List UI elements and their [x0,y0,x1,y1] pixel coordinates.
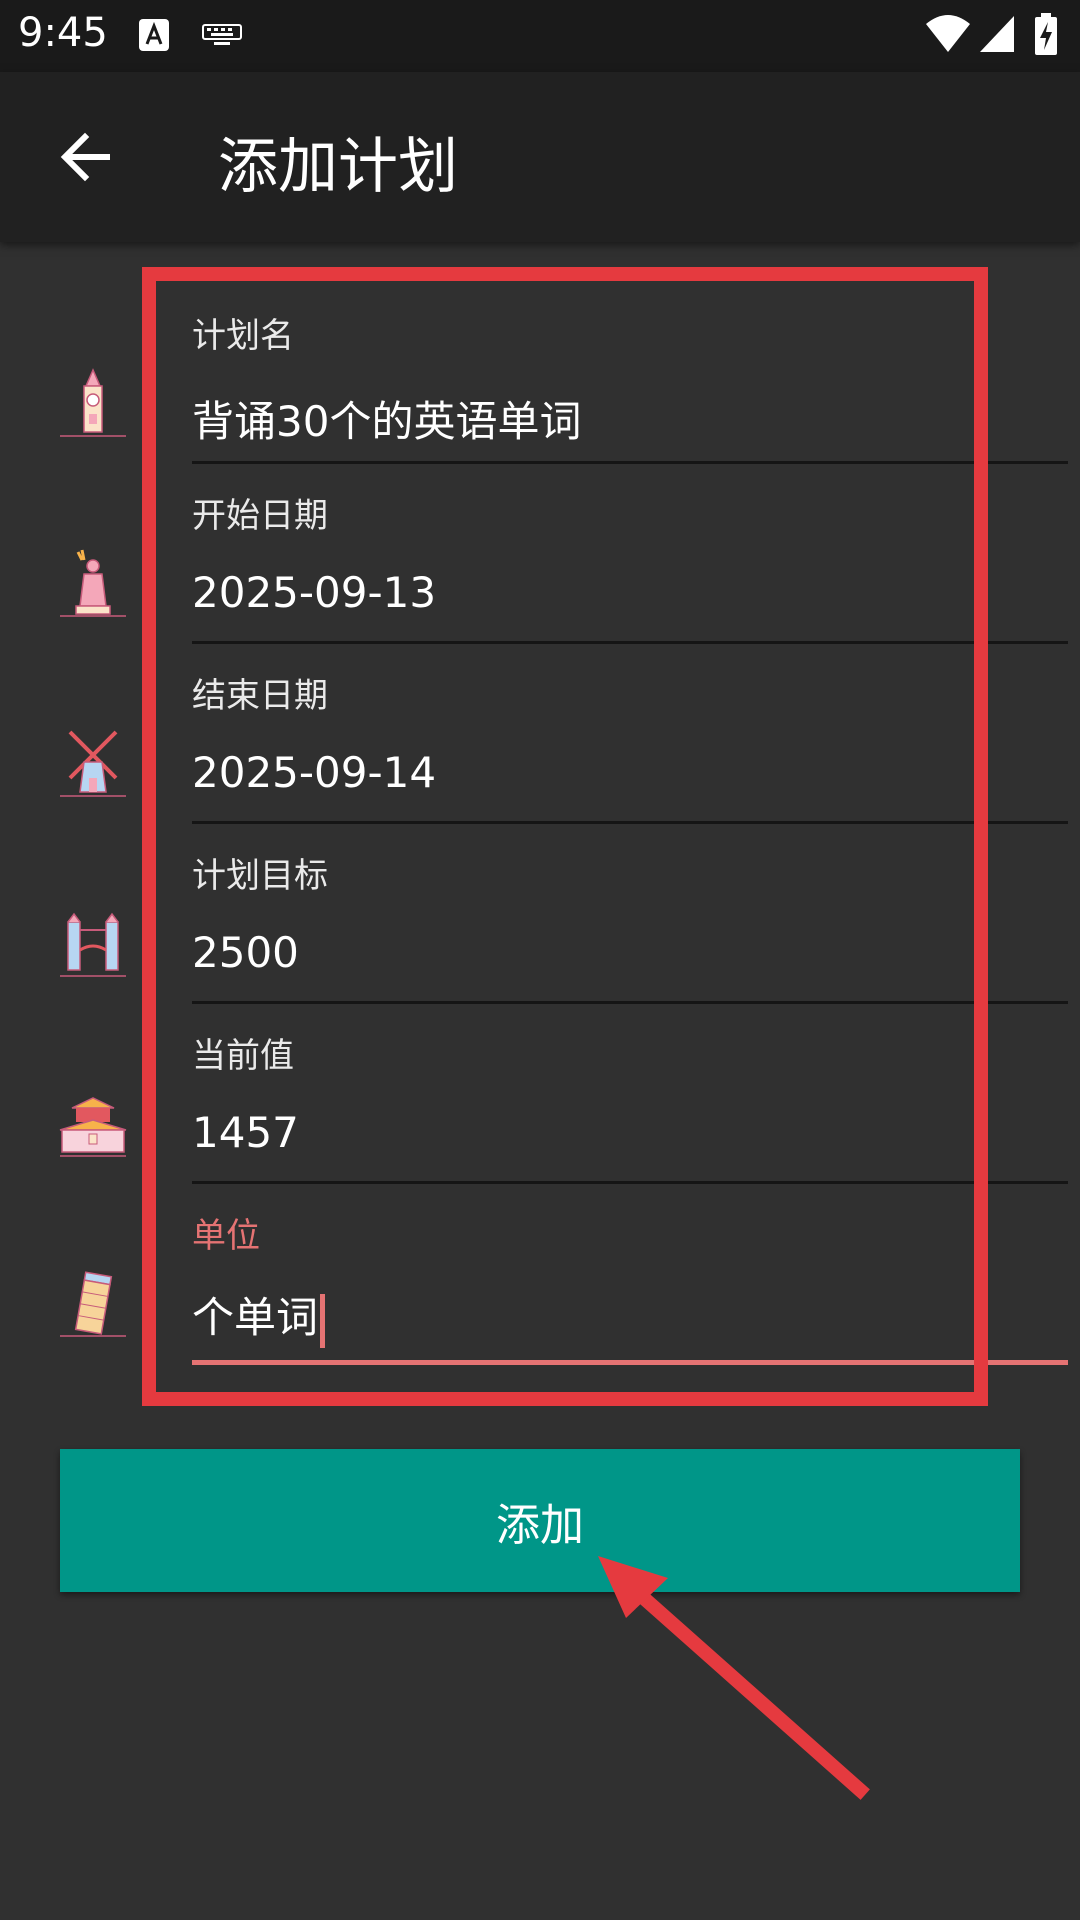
status-time: 9:45 [18,10,108,56]
start-date-field[interactable]: 开始日期 2025-09-13 [0,460,1080,644]
clock-tower-icon [60,368,126,437]
back-button[interactable] [40,112,130,202]
unit-field[interactable]: 单位 个单词 [0,1180,1080,1365]
plan-target-input[interactable]: 2500 [192,928,299,977]
current-value-field[interactable]: 当前值 1457 [0,1000,1080,1184]
wifi-icon [926,15,970,52]
field-label: 结束日期 [192,676,328,716]
plan-name-input[interactable]: 背诵30个的英语单词 [192,388,581,449]
plan-name-field[interactable]: 计划名 背诵30个的英语单词 [0,280,1080,464]
signal-icon [980,16,1014,52]
field-label: 单位 [192,1216,260,1256]
page-title: 添加计划 [218,132,458,202]
field-underline-focused [192,1360,1068,1365]
windmill-icon [60,730,126,797]
field-label: 开始日期 [192,496,328,536]
tower-bridge-icon [60,912,126,977]
end-date-input[interactable]: 2025-09-14 [192,748,436,797]
arrow-left-icon [60,132,110,182]
end-date-field[interactable]: 结束日期 2025-09-14 [0,640,1080,824]
unit-input[interactable]: 个单词 [192,1284,326,1348]
unit-input-text: 个单词 [192,1293,319,1342]
leaning-tower-icon [60,1271,126,1337]
plan-target-field[interactable]: 计划目标 2500 [0,820,1080,1004]
add-button[interactable]: 添加 [60,1449,1020,1592]
app-bar: 添加计划 [0,72,1080,242]
keyboard-icon [202,24,242,45]
text-input-icon [139,19,169,51]
field-label: 计划目标 [192,856,328,896]
statue-of-liberty-icon [60,549,126,617]
field-label: 当前值 [192,1036,294,1076]
battery-charging-icon [1035,13,1057,55]
start-date-input[interactable]: 2025-09-13 [192,568,436,617]
current-value-input[interactable]: 1457 [192,1108,299,1157]
gate-tower-icon [59,1097,127,1157]
text-cursor [320,1293,326,1348]
status-bar: 9:45 [0,0,1080,72]
field-label: 计划名 [192,316,294,356]
